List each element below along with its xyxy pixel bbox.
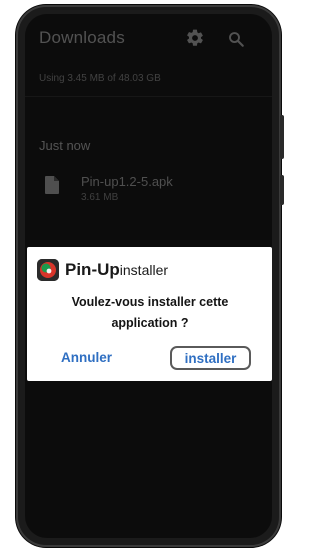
- install-dialog: Pin-Upinstaller Voulez-vous installer ce…: [27, 247, 272, 381]
- app-icon: [37, 259, 59, 281]
- cancel-button[interactable]: Annuler: [61, 350, 112, 365]
- brand-name: Pin-Up: [65, 260, 120, 279]
- install-button[interactable]: installer: [170, 346, 251, 370]
- brand-suffix: installer: [119, 262, 169, 278]
- dialog-message: Voulez-vous installer cette application …: [71, 295, 229, 330]
- power-button: [280, 175, 284, 205]
- volume-button: [280, 115, 284, 159]
- app-brand: Pin-Upinstaller: [65, 260, 168, 280]
